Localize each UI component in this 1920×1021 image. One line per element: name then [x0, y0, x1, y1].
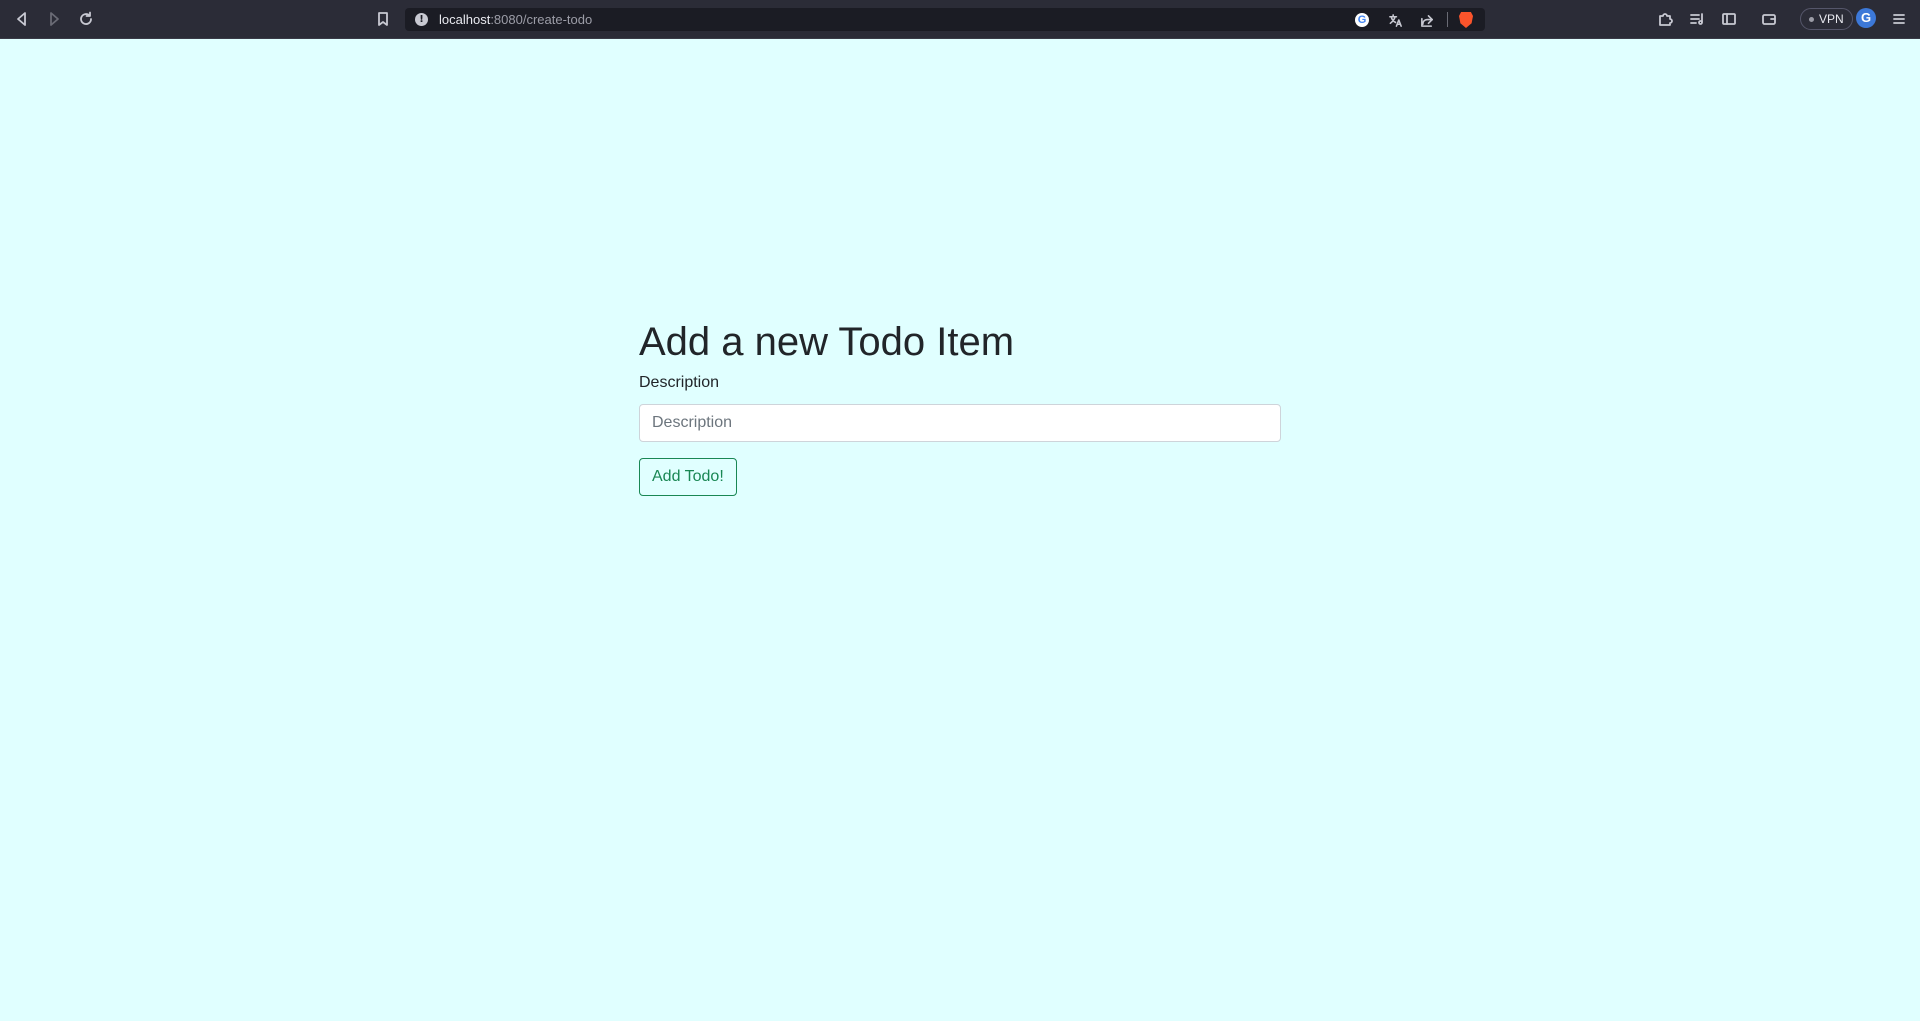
address-bar[interactable]: ! localhost:8080/create-todo G: [405, 8, 1485, 31]
translate-icon[interactable]: [1385, 10, 1405, 30]
vpn-status-dot: [1809, 16, 1814, 22]
profile-avatar[interactable]: G: [1856, 8, 1876, 28]
vpn-button[interactable]: VPN: [1800, 8, 1853, 30]
forward-icon[interactable]: [41, 6, 67, 32]
back-icon[interactable]: [9, 6, 35, 32]
brave-shields-icon[interactable]: [1456, 10, 1476, 30]
site-info-icon[interactable]: !: [415, 13, 428, 26]
description-label: Description: [639, 374, 720, 391]
page-title: Add a new Todo Item: [639, 320, 1015, 364]
sidebar-icon[interactable]: [1716, 6, 1742, 32]
address-bar-divider: [1447, 12, 1448, 27]
reload-icon[interactable]: [73, 6, 99, 32]
url-path: :8080/create-todo: [490, 12, 593, 27]
extensions-icon[interactable]: [1652, 6, 1678, 32]
url-host: localhost: [439, 12, 491, 27]
playlist-icon[interactable]: [1684, 6, 1710, 32]
browser-toolbar: ! localhost:8080/create-todo G VPN G: [0, 0, 1920, 39]
wallet-icon[interactable]: [1756, 6, 1782, 32]
vpn-label: VPN: [1819, 12, 1844, 26]
create-todo-form: Add a new Todo Item Description Add Todo…: [639, 318, 1281, 496]
google-icon[interactable]: G: [1352, 10, 1372, 30]
add-todo-button[interactable]: Add Todo!: [639, 458, 737, 496]
description-input[interactable]: [639, 404, 1281, 442]
bookmark-icon[interactable]: [370, 6, 396, 32]
url-text[interactable]: localhost:8080/create-todo: [439, 12, 592, 27]
share-icon[interactable]: [1417, 10, 1437, 30]
menu-icon[interactable]: [1886, 6, 1912, 32]
